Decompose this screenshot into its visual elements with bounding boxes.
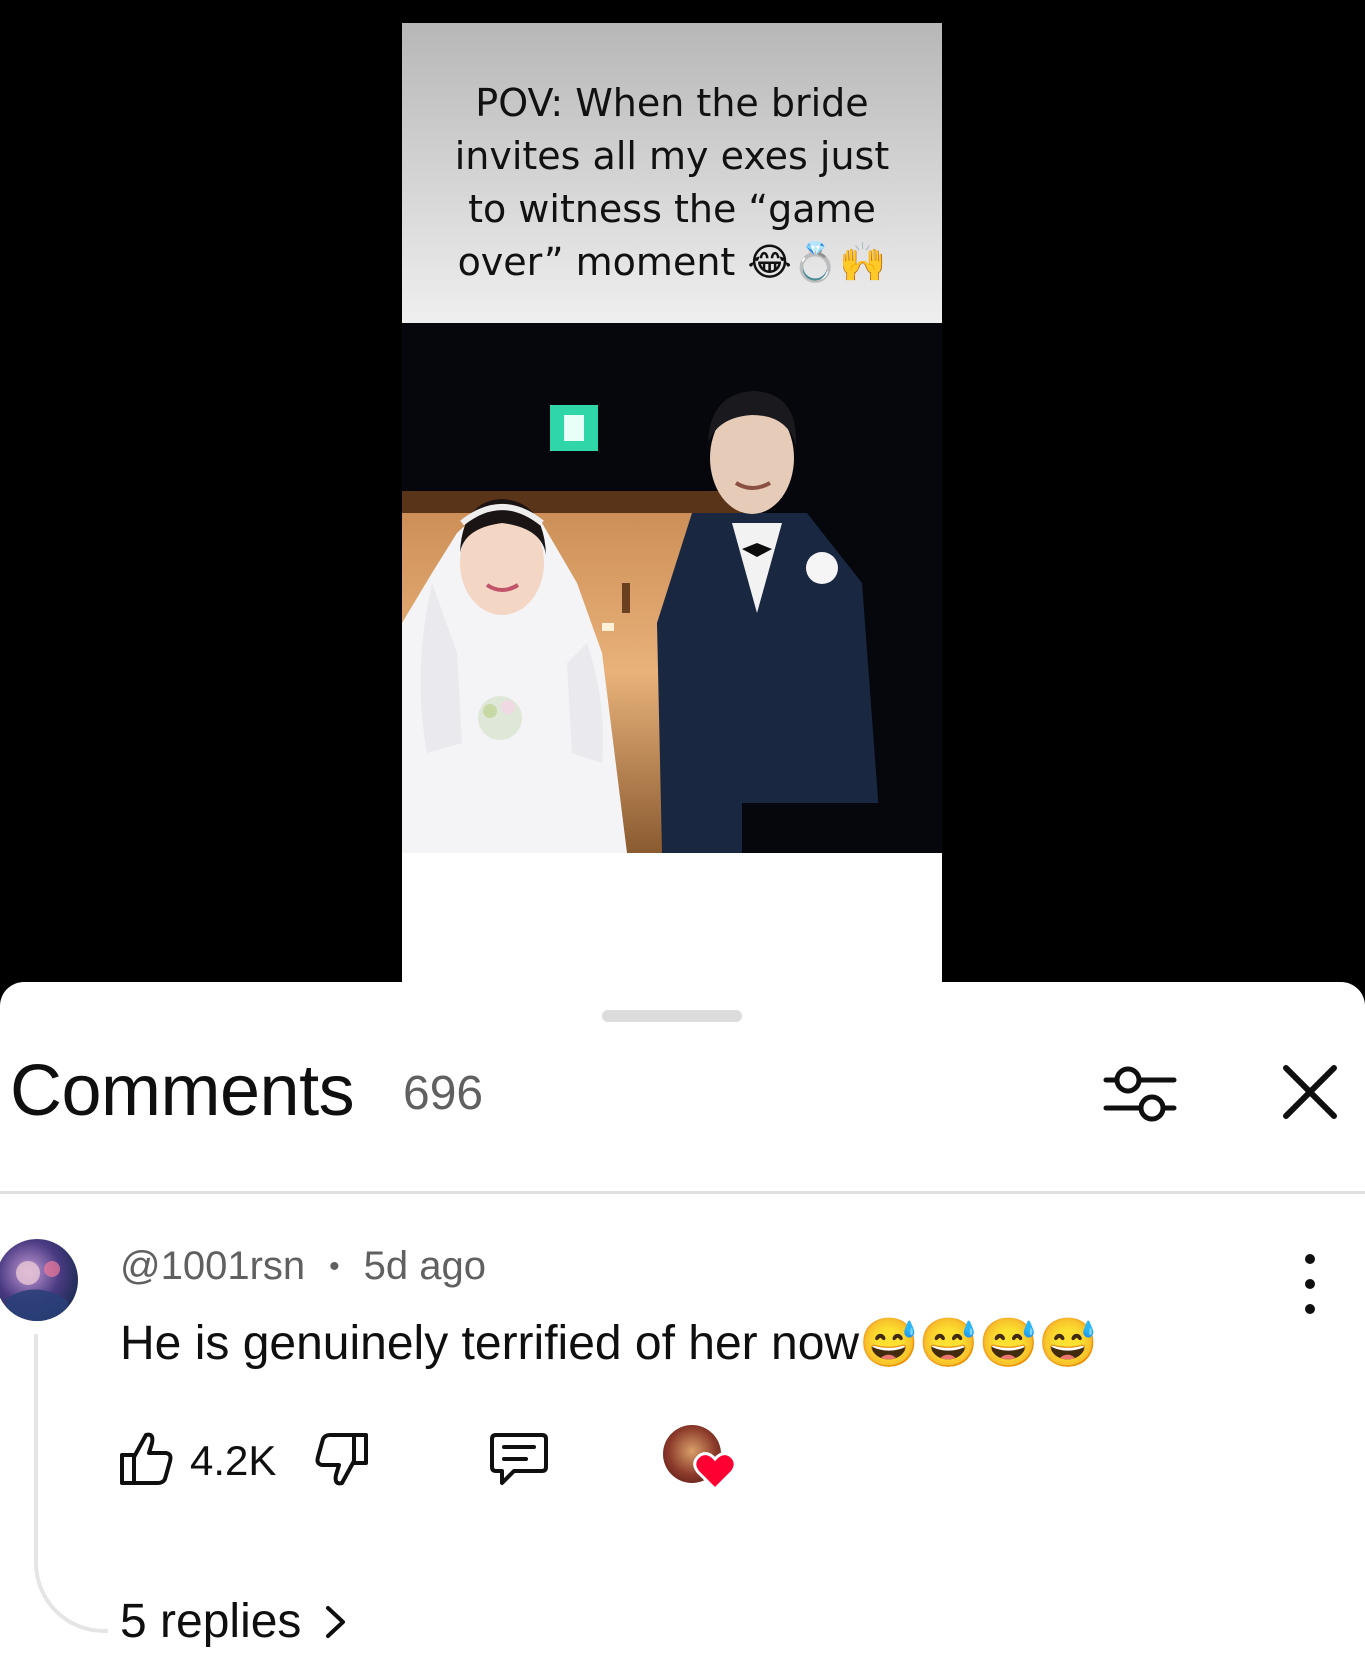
video-frame[interactable]: POV: When the bride invites all my exes … — [402, 23, 942, 990]
comments-header: Comments 696 — [0, 1042, 1365, 1172]
like-button[interactable] — [118, 1429, 174, 1489]
thumbs-up-icon — [120, 1432, 173, 1485]
video-caption-box: POV: When the bride invites all my exes … — [402, 23, 942, 323]
comment-meta: @1001rsn • 5d ago — [120, 1244, 486, 1289]
drag-handle[interactable] — [602, 1010, 742, 1022]
video-player[interactable]: POV: When the bride invites all my exes … — [0, 0, 1365, 990]
sliders-icon — [1103, 1066, 1177, 1122]
close-icon — [1283, 1065, 1337, 1119]
like-count: 4.2K — [190, 1437, 277, 1484]
comments-count: 696 — [403, 1067, 484, 1120]
chevron-right-icon — [326, 1605, 346, 1638]
comment-more-button[interactable] — [1290, 1254, 1330, 1314]
dislike-button[interactable] — [314, 1429, 370, 1489]
comment-author[interactable]: @1001rsn — [120, 1244, 305, 1289]
comments-title: Comments — [10, 1051, 355, 1131]
comment-bubble-icon — [490, 1433, 548, 1485]
heart-icon — [693, 1452, 737, 1491]
reply-button[interactable] — [488, 1429, 550, 1489]
dot-icon — [1305, 1254, 1315, 1264]
comment-time: 5d ago — [363, 1244, 487, 1288]
comment-text: He is genuinely terrified of her now😅😅😅😅 — [120, 1317, 1099, 1370]
dot-icon — [1305, 1304, 1315, 1314]
video-caption: POV: When the bride invites all my exes … — [454, 81, 890, 284]
dot-icon — [1305, 1279, 1315, 1289]
creator-heart-badge — [663, 1425, 738, 1495]
video-bottom-fill — [402, 853, 942, 990]
sort-filter-button[interactable] — [1100, 1052, 1180, 1132]
comment-item: @1001rsn • 5d ago He is genuinely terrif… — [0, 1194, 1365, 1674]
meta-separator: • — [329, 1249, 340, 1283]
close-button[interactable] — [1270, 1052, 1350, 1132]
reply-thread-line — [34, 1334, 108, 1633]
commenter-avatar[interactable] — [0, 1239, 78, 1321]
thumbs-down-icon — [315, 1433, 368, 1486]
wedding-scene-image — [402, 323, 942, 853]
view-replies-button[interactable]: 5 replies — [120, 1594, 349, 1649]
replies-count-label: 5 replies — [120, 1595, 302, 1648]
